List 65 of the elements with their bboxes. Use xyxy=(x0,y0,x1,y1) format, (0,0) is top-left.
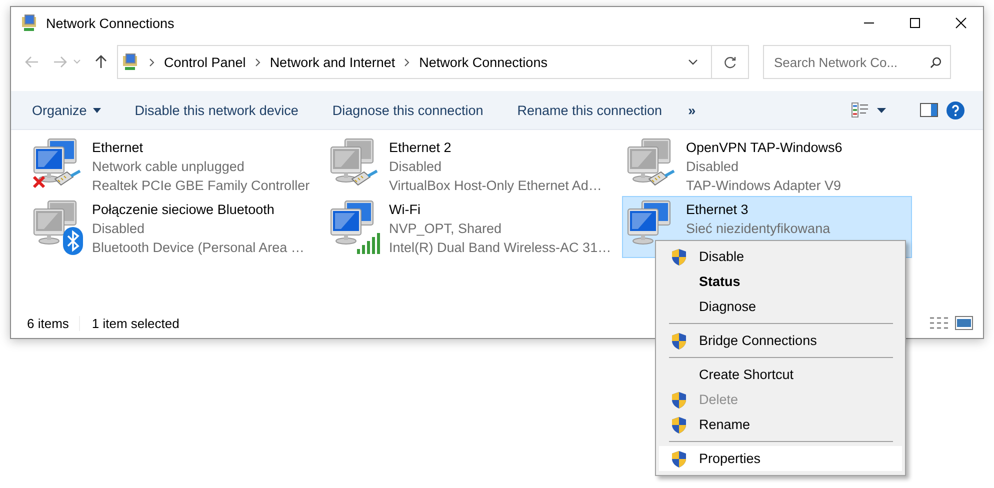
toolbar-button[interactable]: Organize xyxy=(32,102,101,118)
tiles-view-icon[interactable] xyxy=(955,316,973,330)
chevron-right-icon xyxy=(254,58,261,66)
dropdown-arrow-icon xyxy=(92,108,101,112)
close-icon[interactable] xyxy=(955,17,967,29)
adapter-name: Intel(R) Dual Band Wireless-AC 31… xyxy=(389,239,612,257)
address-bar[interactable]: Control Panel Network and Internet Network Connections xyxy=(117,45,749,79)
bluetooth-icon xyxy=(63,227,83,255)
toolbar-button[interactable]: Disable this network device xyxy=(134,102,298,118)
connection-item[interactable]: Wi-Fi NVP_OPT, Shared Intel(R) Dual Band Wireless-AC 31… xyxy=(325,196,615,258)
network-cable-icon xyxy=(647,169,675,187)
menu-item[interactable]: Create Shortcut xyxy=(659,362,902,387)
connection-status: Disabled xyxy=(92,220,146,238)
connection-item[interactable]: Ethernet Network cable unplugged Realtek PCIe GBE Family Controller xyxy=(28,134,318,196)
chevron-right-icon xyxy=(404,58,410,66)
connection-status: Network cable unplugged xyxy=(92,158,246,176)
item-count: 6 items xyxy=(27,316,69,330)
connection-status: Disabled xyxy=(686,158,740,176)
adapter-name: Bluetooth Device (Personal Area … xyxy=(92,239,304,257)
network-cable-icon xyxy=(53,169,81,187)
selection-count: 1 item selected xyxy=(78,316,180,330)
menu-item[interactable]: Properties xyxy=(659,446,902,471)
error-cross-icon xyxy=(32,175,46,189)
change-view-icon[interactable] xyxy=(851,102,869,118)
signal-bars-icon xyxy=(356,233,380,255)
adapter-name: VirtualBox Host-Only Ethernet Ad… xyxy=(389,177,602,195)
adapter-name: TAP-Windows Adapter V9 xyxy=(686,177,842,195)
connection-name: Ethernet 2 xyxy=(389,139,452,157)
connection-name: Wi-Fi xyxy=(389,201,422,219)
network-folder-icon xyxy=(122,53,140,71)
maximize-icon[interactable] xyxy=(909,17,921,29)
search-icon[interactable] xyxy=(930,56,942,68)
connection-status: Disabled xyxy=(389,158,443,176)
connection-name: Połączenie sieciowe Bluetooth xyxy=(92,201,276,219)
network-folder-icon xyxy=(21,14,39,32)
adapter-name: Realtek PCIe GBE Family Controller xyxy=(92,177,310,195)
help-icon[interactable] xyxy=(946,100,965,120)
menu-item[interactable]: Status xyxy=(659,269,902,294)
connection-item[interactable]: Ethernet 2 Disabled VirtualBox Host-Only Ethernet Ad… xyxy=(325,134,615,196)
breadcrumb-item[interactable]: Network Connections xyxy=(419,54,548,70)
window-title: Network Connections xyxy=(46,16,174,30)
chevron-down-icon[interactable] xyxy=(688,58,698,66)
connection-status: Sieć niezidentyfikowana xyxy=(686,220,830,238)
toolbar-button[interactable]: Diagnose this connection xyxy=(332,102,484,118)
connection-item[interactable]: OpenVPN TAP-Windows6 Disabled TAP-Windows Adapter V9 xyxy=(622,134,912,196)
network-cable-icon xyxy=(350,169,378,187)
refresh-icon[interactable] xyxy=(724,56,736,68)
toolbar-button[interactable]: Rename this connection xyxy=(517,102,662,118)
breadcrumb-item[interactable]: Control Panel xyxy=(164,54,246,70)
connection-item[interactable]: Połączenie sieciowe Bluetooth Disabled Bluetooth Device (Personal Area … xyxy=(28,196,318,258)
connection-name: Ethernet 3 xyxy=(686,201,750,219)
search-box[interactable]: Search Network Co... xyxy=(763,45,951,79)
breadcrumb-item[interactable]: Network and Internet xyxy=(270,54,396,70)
menu-item[interactable]: Diagnose xyxy=(659,294,902,319)
up-arrow-icon[interactable] xyxy=(95,55,107,69)
menu-item[interactable]: Rename xyxy=(659,412,902,437)
details-view-icon[interactable] xyxy=(929,316,949,330)
connection-name: OpenVPN TAP-Windows6 xyxy=(686,139,842,157)
chevron-right-icon xyxy=(149,58,155,66)
connection-name: Ethernet xyxy=(92,139,144,157)
connection-status: NVP_OPT, Shared xyxy=(389,220,503,238)
preview-pane-icon[interactable] xyxy=(920,103,938,117)
more-commands-button[interactable]: » xyxy=(688,102,696,118)
menu-item[interactable]: Bridge Connections xyxy=(659,328,902,353)
dropdown-arrow-icon[interactable] xyxy=(877,108,886,112)
